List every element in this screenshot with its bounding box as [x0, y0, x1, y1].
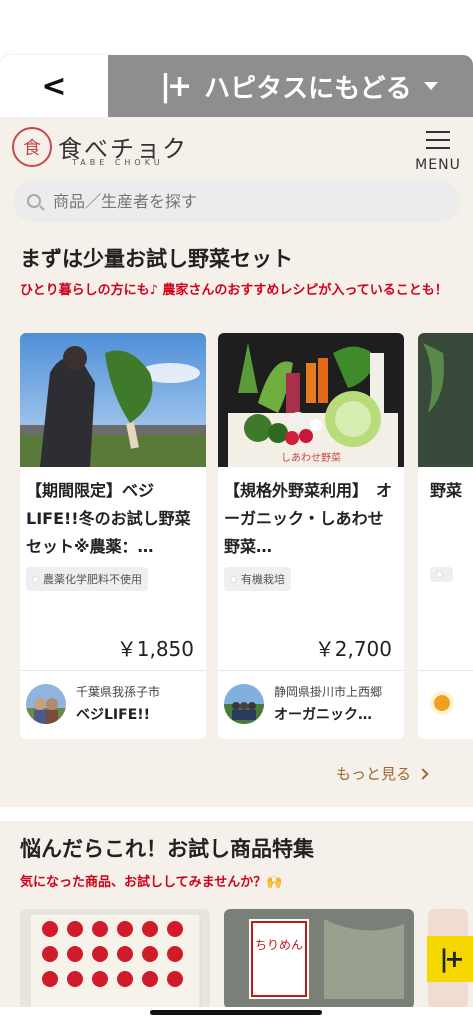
hapitas-logo-icon: |+	[160, 68, 192, 104]
tag-dot-icon	[230, 575, 237, 583]
product-body: 野菜	[418, 467, 473, 582]
hamburger-icon	[426, 131, 450, 133]
tag-dot-icon	[32, 575, 39, 583]
product-card[interactable]: しあわせ野菜 【規格外野菜利用】 オーガニック・しあわせ野菜… 有機栽培 ￥2,…	[218, 333, 404, 739]
producer-name: ベジLIFE!!	[76, 707, 151, 723]
section-trial-feature: 悩んだらこれ！お試し商品特集 気になった商品、お試ししてみませんか？🙌 ちりめん	[0, 821, 473, 1007]
product-price: ￥1,850	[116, 637, 194, 661]
producer-location: 千葉県我孫子市	[76, 685, 161, 699]
producer-info: 千葉県我孫子市 ベジLIFE!!	[76, 683, 160, 724]
product-image[interactable]	[418, 333, 473, 467]
card-divider	[20, 670, 206, 671]
producer-link[interactable]: 千葉県我孫子市 ベジLIFE!!	[26, 683, 160, 724]
chevron-right-icon	[417, 767, 429, 780]
product-tag	[430, 567, 453, 582]
feature-card-strawberry[interactable]	[20, 909, 210, 1007]
hapitas-return-button[interactable]: |+ ハピタスにもどる	[108, 55, 473, 117]
producer-name: オーガニック…	[274, 707, 372, 723]
feature-card-chirimen[interactable]: ちりめん	[224, 909, 414, 1007]
producer-link[interactable]: 静岡県掛川市上西郷 オーガニック…	[224, 683, 382, 724]
product-card[interactable]: 野菜	[418, 333, 473, 739]
product-tag-label: 農薬化学肥料不使用	[43, 573, 142, 586]
more-link-label: もっと見る	[336, 765, 412, 783]
home-indicator[interactable]	[150, 1010, 322, 1015]
hapitas-top-bar: < |+ ハピタスにもどる	[0, 55, 473, 117]
card-divider	[418, 670, 473, 671]
caret-down-icon	[423, 82, 438, 90]
section-subtitle-trial-feature: 気になった商品、お試ししてみませんか？🙌	[20, 875, 283, 890]
hapitas-float-button[interactable]: |+	[427, 936, 473, 982]
product-card[interactable]: 【期間限定】ベジLIFE!!冬のお試し野菜セット※農薬：… 農薬化学肥料不使用 …	[20, 333, 206, 739]
site-header: 食 食べチョク TABE CHOKU MENU	[0, 117, 473, 232]
chevron-left-icon: <	[41, 68, 67, 104]
search-bar[interactable]	[13, 180, 460, 222]
producer-avatar	[26, 683, 66, 724]
tabechoku-logo-icon[interactable]: 食	[12, 127, 52, 167]
product-title[interactable]: 【規格外野菜利用】 オーガニック・しあわせ野菜…	[224, 477, 392, 561]
tabechoku-logo-subtext: TABE CHOKU	[72, 158, 164, 167]
svg-text:ちりめん: ちりめん	[255, 938, 303, 952]
back-button[interactable]: <	[0, 55, 108, 117]
hamburger-icon-line	[426, 139, 450, 141]
search-input[interactable]	[53, 191, 433, 211]
hamburger-icon-line	[426, 147, 450, 149]
producer-avatar	[430, 691, 454, 715]
product-image[interactable]: しあわせ野菜	[218, 333, 404, 467]
producer-link[interactable]	[430, 683, 464, 715]
search-icon	[27, 194, 41, 208]
menu-label: MENU	[415, 157, 461, 173]
product-tag: 有機栽培	[224, 567, 291, 591]
product-body: 【期間限定】ベジLIFE!!冬のお試し野菜セット※農薬：… 農薬化学肥料不使用	[20, 467, 206, 591]
product-body: 【規格外野菜利用】 オーガニック・しあわせ野菜… 有機栽培	[218, 467, 404, 591]
more-link[interactable]: もっと見る	[336, 763, 429, 784]
tag-dot-icon	[436, 571, 443, 578]
section-subtitle-trial-veg: ひとり暮らしの方にも♪ 農家さんのおすすめレシピが入っていることも！	[20, 283, 448, 298]
main-content: 食 食べチョク TABE CHOKU MENU まずは少量お試し野菜セット ひと…	[0, 117, 473, 1007]
producer-info: 静岡県掛川市上西郷 オーガニック…	[274, 683, 382, 724]
menu-button[interactable]: MENU	[415, 125, 461, 173]
section-title-trial-veg: まずは少量お試し野菜セット	[20, 247, 293, 271]
producer-avatar	[224, 683, 264, 724]
product-tag: 農薬化学肥料不使用	[26, 567, 148, 591]
section-separator	[0, 807, 473, 821]
product-title[interactable]: 【期間限定】ベジLIFE!!冬のお試し野菜セット※農薬：…	[26, 477, 194, 561]
producer-location: 静岡県掛川市上西郷	[274, 685, 383, 699]
hapitas-return-label: ハピタスにもどる	[204, 73, 412, 104]
product-price: ￥2,700	[314, 637, 392, 661]
product-title[interactable]: 野菜	[430, 477, 473, 561]
card-divider	[218, 670, 404, 671]
product-image[interactable]	[20, 333, 206, 467]
section-title-trial-feature: 悩んだらこれ！お試し商品特集	[20, 837, 314, 861]
product-tag-label: 有機栽培	[241, 573, 285, 586]
svg-text:しあわせ野菜: しあわせ野菜	[281, 452, 341, 464]
